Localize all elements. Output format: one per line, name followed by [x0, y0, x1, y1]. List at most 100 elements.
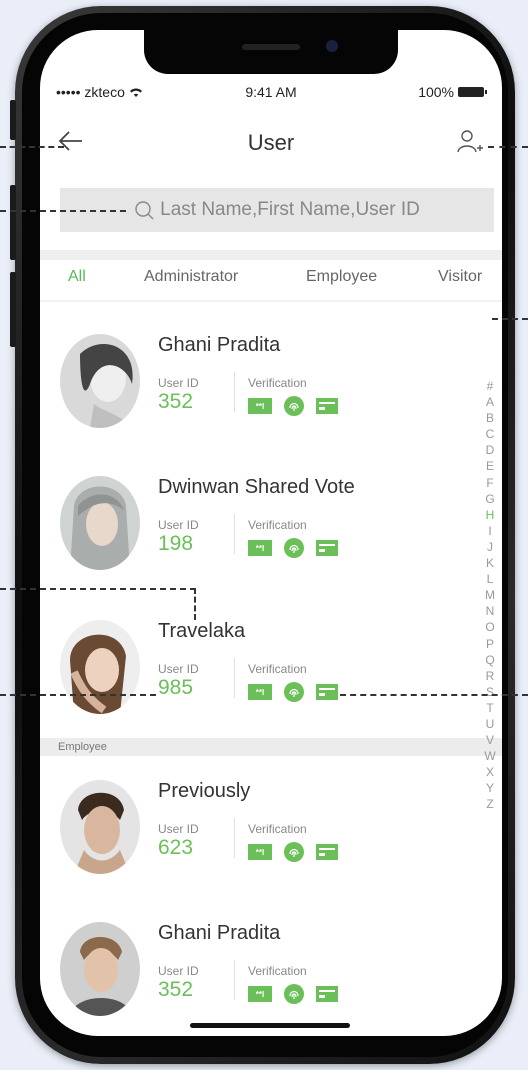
search-icon — [134, 200, 154, 220]
verification-methods: **I — [248, 842, 338, 862]
index-letter[interactable]: L — [487, 571, 494, 587]
status-bar: ••••• zkteco 9:41 AM 100% — [40, 82, 502, 104]
search-placeholder: Last Name,First Name,User ID — [160, 199, 420, 220]
verification-label: Verification — [248, 662, 307, 676]
password-icon: **I — [248, 540, 272, 556]
user-id-value: 352 — [158, 978, 194, 1001]
fingerprint-icon — [284, 682, 304, 702]
index-letter[interactable]: P — [486, 636, 494, 652]
index-letter[interactable]: I — [488, 523, 491, 539]
user-list-item[interactable]: Ghani Pradita User ID 352 Verification *… — [40, 922, 502, 1036]
index-letter[interactable]: S — [486, 684, 494, 700]
volume-up-button — [10, 185, 16, 260]
index-letter[interactable]: C — [486, 426, 495, 442]
callout-line — [0, 588, 196, 590]
user-list-item[interactable]: Travelaka User ID 985 Verification **I — [40, 620, 502, 740]
index-letter[interactable]: T — [486, 700, 493, 716]
index-letter[interactable]: U — [486, 716, 495, 732]
password-icon: **I — [248, 844, 272, 860]
fingerprint-icon — [284, 984, 304, 1004]
card-icon — [316, 540, 338, 556]
index-letter[interactable]: K — [486, 555, 494, 571]
index-letter[interactable]: G — [485, 491, 494, 507]
index-letter[interactable]: O — [485, 619, 494, 635]
verification-label: Verification — [248, 822, 307, 836]
avatar — [60, 476, 140, 570]
index-letter[interactable]: M — [485, 587, 495, 603]
card-icon — [316, 398, 338, 414]
index-letter[interactable]: W — [484, 748, 495, 764]
divider — [234, 818, 235, 858]
user-name: Travelaka — [158, 620, 246, 642]
callout-line — [0, 694, 156, 696]
verification-label: Verification — [248, 376, 307, 390]
add-user-icon[interactable] — [456, 128, 483, 156]
verification-methods: **I — [248, 984, 338, 1004]
phone-screen: ••••• zkteco 9:41 AM 100% User Last Name… — [40, 30, 502, 1036]
user-id-value: 623 — [158, 836, 194, 859]
callout-line — [488, 146, 528, 148]
index-letter[interactable]: J — [487, 539, 493, 555]
divider — [234, 658, 235, 698]
divider — [40, 250, 502, 260]
user-id-label: User ID — [158, 662, 199, 676]
verification-methods: **I — [248, 396, 338, 416]
avatar — [60, 922, 140, 1016]
tab-employee[interactable]: Employee — [306, 268, 377, 286]
battery-status: 100% — [418, 84, 487, 100]
index-letter[interactable]: A — [486, 394, 494, 410]
divider — [234, 372, 235, 412]
callout-line — [0, 146, 64, 148]
user-name: Previously — [158, 780, 251, 802]
index-letter[interactable]: D — [486, 442, 495, 458]
index-letter[interactable]: X — [486, 764, 494, 780]
callout-line — [492, 318, 528, 320]
battery-percent: 100% — [418, 84, 454, 100]
user-list-item[interactable]: Ghani Pradita User ID 352 Verification *… — [40, 334, 502, 454]
home-indicator[interactable] — [190, 1023, 350, 1028]
index-letter[interactable]: N — [486, 603, 495, 619]
user-name: Ghani Pradita — [158, 334, 281, 356]
index-letter[interactable]: B — [486, 410, 494, 426]
verification-methods: **I — [248, 538, 338, 558]
divider — [234, 514, 235, 554]
mute-switch — [10, 100, 16, 140]
page-title: User — [247, 130, 295, 155]
tabs-divider — [40, 300, 502, 302]
user-id-value: 985 — [158, 676, 194, 699]
avatar — [60, 334, 140, 428]
nav-bar: User — [40, 126, 502, 162]
index-letter[interactable]: H — [486, 507, 495, 523]
user-id-value: 352 — [158, 390, 194, 413]
battery-icon — [458, 87, 487, 97]
tab-all[interactable]: All — [68, 268, 86, 286]
tab-visitor[interactable]: Visitor — [438, 268, 482, 286]
alphabet-index[interactable]: # A B C D E F G H I J K L M N O P Q R S T U V W X Y Z — [482, 378, 498, 813]
callout-line — [194, 588, 196, 620]
tab-administrator[interactable]: Administrator — [144, 268, 238, 286]
index-letter[interactable]: Q — [485, 652, 494, 668]
fingerprint-icon — [284, 396, 304, 416]
index-letter[interactable]: E — [486, 458, 494, 474]
index-letter[interactable]: R — [486, 668, 495, 684]
callout-line — [340, 694, 528, 696]
password-icon: **I — [248, 398, 272, 414]
card-icon — [316, 986, 338, 1002]
index-letter[interactable]: F — [486, 475, 493, 491]
user-id-label: User ID — [158, 822, 199, 836]
index-letter[interactable]: Z — [486, 796, 493, 812]
divider — [234, 960, 235, 1000]
notch — [144, 30, 398, 74]
user-list-item[interactable]: Previously User ID 623 Verification **I — [40, 780, 502, 900]
filter-tabs: All Administrator Employee Visitor — [40, 268, 502, 308]
index-letter[interactable]: V — [486, 732, 494, 748]
user-id-label: User ID — [158, 964, 199, 978]
index-letter[interactable]: # — [487, 378, 494, 394]
front-camera — [326, 40, 338, 52]
fingerprint-icon — [284, 842, 304, 862]
user-list-item[interactable]: Dwinwan Shared Vote User ID 198 Verifica… — [40, 476, 502, 596]
index-letter[interactable]: Y — [486, 780, 494, 796]
password-icon: **I — [248, 684, 272, 700]
user-name: Ghani Pradita — [158, 922, 281, 944]
user-id-label: User ID — [158, 376, 199, 390]
